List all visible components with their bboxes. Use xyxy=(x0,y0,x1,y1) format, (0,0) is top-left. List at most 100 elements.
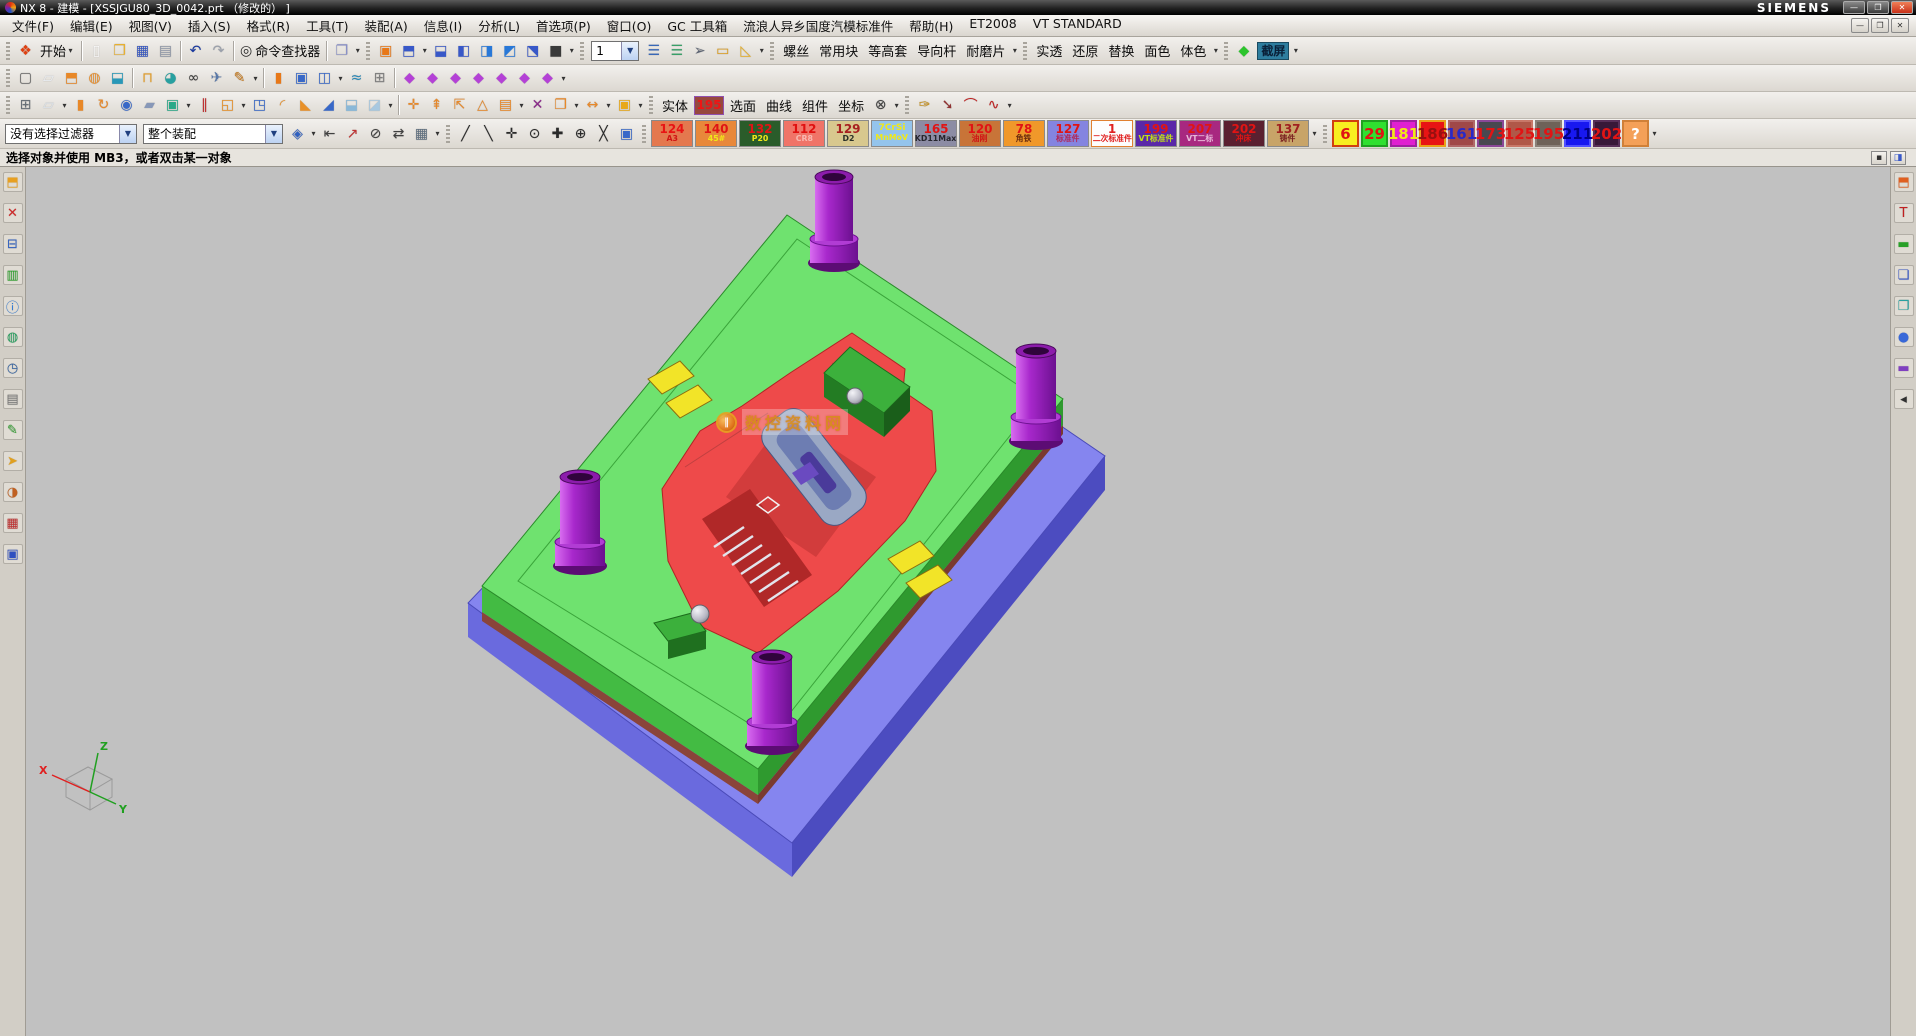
selection-scope-combo-arrow[interactable]: ▼ xyxy=(265,125,282,143)
extrude-block-icon[interactable]: ⬒ xyxy=(61,68,82,89)
capture-dropdown[interactable]: ▾ xyxy=(1291,46,1300,55)
draft-icon[interactable]: ◢ xyxy=(318,95,339,116)
toolbar-grip[interactable] xyxy=(1023,42,1027,60)
paste-dropdown[interactable]: ▾ xyxy=(353,46,362,55)
pattern-feature-icon[interactable]: ∥ xyxy=(194,95,215,116)
section-tool-tab[interactable]: ▬ xyxy=(1894,234,1914,254)
sphere-block-icon[interactable]: ◍ xyxy=(84,68,105,89)
menu-item[interactable]: 信息(I) xyxy=(416,14,470,37)
roles-tab[interactable]: ◑ xyxy=(3,482,23,502)
grid-filter-dropdown[interactable]: ▾ xyxy=(433,129,442,138)
view-orient-dropdown[interactable]: ▾ xyxy=(420,46,429,55)
display-mode-dropdown[interactable]: ▾ xyxy=(567,46,576,55)
paste-icon[interactable]: ❐ xyxy=(331,40,352,61)
selection-scope-combo[interactable]: 整个装配▼ xyxy=(143,124,283,144)
layer-129-d2-chip[interactable]: 129D2 xyxy=(827,120,869,147)
chamfer-icon[interactable]: ◣ xyxy=(295,95,316,116)
purple-tool-tab[interactable]: ▬ xyxy=(1894,358,1914,378)
web-browser-tab[interactable]: ◍ xyxy=(3,327,23,347)
boss-icon[interactable]: ▰ xyxy=(139,95,160,116)
boolean-dropdown[interactable]: ▾ xyxy=(239,101,248,110)
edit-object-icon[interactable]: ✎ xyxy=(229,68,250,89)
translucent-button[interactable]: 实透 xyxy=(1031,41,1067,60)
layer-173-chip[interactable]: 173 xyxy=(1477,120,1504,147)
arc-curve-icon[interactable]: ⌒ xyxy=(960,95,981,116)
deselect-icon[interactable]: ⊘ xyxy=(365,123,386,144)
guide-pillar-south[interactable] xyxy=(745,650,799,755)
layer-7crsi-chip[interactable]: 7CrSiMnMoV xyxy=(871,120,913,147)
work-layer-combo-arrow[interactable]: ▼ xyxy=(621,42,638,60)
face-filter-button[interactable]: 选面 xyxy=(725,96,761,115)
marquee-select-icon[interactable]: ▢ xyxy=(15,68,36,89)
restore-display-button[interactable]: 还原 xyxy=(1067,41,1103,60)
system-scenes-tab[interactable]: ▦ xyxy=(3,513,23,533)
screenshot-button[interactable]: 截屏 xyxy=(1257,42,1289,60)
bar-tool-icon[interactable]: ▮ xyxy=(268,68,289,89)
menu-item[interactable]: 视图(V) xyxy=(121,14,180,37)
standard-parts-dropdown[interactable]: ▾ xyxy=(1010,46,1019,55)
system-materials-tab[interactable]: ▤ xyxy=(3,389,23,409)
layer-112-cr8-chip[interactable]: 112CR8 xyxy=(783,120,825,147)
ball-catch-2[interactable] xyxy=(691,605,709,623)
hole-icon[interactable]: ◉ xyxy=(116,95,137,116)
mold-wizard-dropdown[interactable]: ▾ xyxy=(636,101,645,110)
restore-button[interactable]: ❐ xyxy=(1867,1,1889,14)
pocket-dropdown[interactable]: ▾ xyxy=(184,101,193,110)
text-tool-tab[interactable]: T xyxy=(1894,203,1914,223)
extrude-icon[interactable]: ▮ xyxy=(70,95,91,116)
layer-202-dark-chip[interactable]: 202 xyxy=(1593,120,1620,147)
layer-202-chip[interactable]: 202冲床 xyxy=(1223,120,1265,147)
assembly-config-dropdown[interactable]: ▾ xyxy=(559,74,568,83)
menu-item[interactable]: GC 工具箱 xyxy=(659,14,735,37)
reverse-selection-icon[interactable]: ⇄ xyxy=(388,123,409,144)
csys-filter-button[interactable]: 坐标 xyxy=(833,96,869,115)
pocket-icon[interactable]: ▣ xyxy=(162,95,183,116)
view-wireframe-icon[interactable]: ⬔ xyxy=(522,40,543,61)
offset-region-icon[interactable]: ⇱ xyxy=(449,95,470,116)
history-tab[interactable]: ◷ xyxy=(3,358,23,378)
layer-127-chip[interactable]: 127标准件 xyxy=(1047,120,1089,147)
selection-filter-combo[interactable]: 没有选择过滤器▼ xyxy=(5,124,137,144)
subtract-icon[interactable]: ◳ xyxy=(249,95,270,116)
reuse-library-tab[interactable]: ▥ xyxy=(3,265,23,285)
minimize-button[interactable]: — xyxy=(1843,1,1865,14)
graphics-window[interactable]: X Z Y ‖ 数控资料网 xyxy=(26,167,1890,1036)
layer-124-a3-chip[interactable]: 124A3 xyxy=(651,120,693,147)
layer-199-chip[interactable]: 199VT标准件 xyxy=(1135,120,1177,147)
menu-item[interactable]: 格式(R) xyxy=(239,14,298,37)
window-display-icon[interactable]: ▣ xyxy=(375,40,396,61)
mdi-restore-button[interactable]: ❐ xyxy=(1871,18,1889,33)
measure-dropdown[interactable]: ▾ xyxy=(757,46,766,55)
menu-item[interactable]: 工具(T) xyxy=(298,14,356,37)
snap-quadrant-icon[interactable]: ✚ xyxy=(547,123,568,144)
interpart-link-icon[interactable]: ⊞ xyxy=(369,68,390,89)
shaded-display-icon[interactable]: ■ xyxy=(545,40,566,61)
layer-unknown-chip[interactable]: ? xyxy=(1622,120,1649,147)
sketch-task-icon[interactable]: ▱ xyxy=(38,95,59,116)
toolbar-grip[interactable] xyxy=(446,125,450,143)
assembly-config-1-icon[interactable]: ◆ xyxy=(399,68,420,89)
tool-note-icon[interactable]: ✑ xyxy=(914,95,935,116)
edit-dropdown[interactable]: ▾ xyxy=(251,74,260,83)
sketch-dropdown[interactable]: ▾ xyxy=(60,101,69,110)
command-finder-button[interactable]: ◎命令查找器 xyxy=(237,41,323,60)
snap-point-icon[interactable]: ⊕ xyxy=(570,123,591,144)
true-shading-tab[interactable]: ▣ xyxy=(3,544,23,564)
cut-face-icon[interactable]: ✕ xyxy=(527,95,548,116)
layer-137-chip[interactable]: 137铸件 xyxy=(1267,120,1309,147)
material-layers-dropdown[interactable]: ▾ xyxy=(1310,129,1319,138)
copy-face-dropdown[interactable]: ▾ xyxy=(572,101,581,110)
toolbar-grip[interactable] xyxy=(6,69,10,87)
wave-link-icon[interactable]: ≈ xyxy=(346,68,367,89)
snap-face-icon[interactable]: ▣ xyxy=(616,123,637,144)
toolbar-grip[interactable] xyxy=(6,42,10,60)
number-layers-dropdown[interactable]: ▾ xyxy=(1650,129,1659,138)
unite-icon[interactable]: ◱ xyxy=(217,95,238,116)
find-component-icon[interactable]: ∞ xyxy=(183,68,204,89)
trim-body-icon[interactable]: ◪ xyxy=(364,95,385,116)
curve-tools-dropdown[interactable]: ▾ xyxy=(1005,101,1014,110)
assembly-config-7-icon[interactable]: ◆ xyxy=(537,68,558,89)
layer-161-chip[interactable]: 161 xyxy=(1448,120,1475,147)
open-file-icon[interactable]: ❒ xyxy=(109,40,130,61)
start-button[interactable]: 开始▾ xyxy=(37,41,78,60)
